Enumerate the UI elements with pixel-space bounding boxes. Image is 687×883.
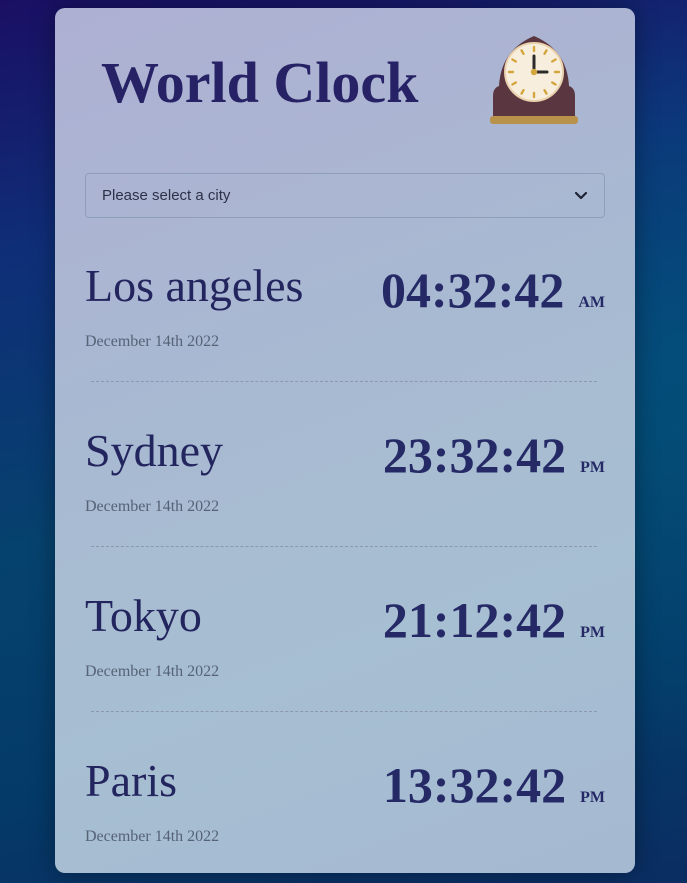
city-name: Paris: [85, 755, 177, 806]
city-row-los-angeles: Los angeles December 14th 2022 04:32:42 …: [85, 263, 605, 373]
ampm-label: PM: [580, 624, 605, 641]
time-value: 13:32:42: [382, 757, 567, 813]
time-value: 04:32:42: [381, 262, 565, 318]
city-name: Tokyo: [85, 590, 202, 641]
city-name: Sydney: [85, 425, 223, 476]
city-time: 23:32:42 PM: [383, 430, 605, 480]
divider: [91, 546, 597, 547]
ampm-label: PM: [580, 789, 605, 806]
time-value: 23:32:42: [382, 427, 567, 483]
divider: [91, 711, 597, 712]
ampm-label: PM: [580, 459, 605, 476]
divider: [91, 381, 597, 382]
city-select-value: Please select a city: [102, 187, 231, 204]
mantel-clock-icon: [490, 36, 578, 124]
city-time: 04:32:42 AM: [381, 265, 605, 315]
time-value: 21:12:42: [382, 592, 567, 648]
city-select[interactable]: Please select a city: [85, 173, 605, 218]
city-date: December 14th 2022: [85, 828, 220, 845]
city-row-sydney: Sydney December 14th 2022 23:32:42 PM: [85, 428, 605, 538]
page-title: World Clock: [101, 50, 419, 115]
city-time: 21:12:42 PM: [383, 595, 605, 645]
city-row-tokyo: Tokyo December 14th 2022 21:12:42 PM: [85, 593, 605, 703]
city-date: December 14th 2022: [85, 333, 220, 350]
chevron-down-icon: [574, 191, 588, 199]
city-row-paris: Paris December 14th 2022 13:32:42 PM: [85, 758, 605, 868]
world-clock-card: World Clock Please select a city Los ang…: [55, 8, 635, 873]
city-name: Los angeles: [85, 260, 304, 311]
city-time: 13:32:42 PM: [383, 760, 605, 810]
city-date: December 14th 2022: [85, 663, 220, 680]
city-date: December 14th 2022: [85, 498, 220, 515]
ampm-label: AM: [578, 294, 605, 311]
